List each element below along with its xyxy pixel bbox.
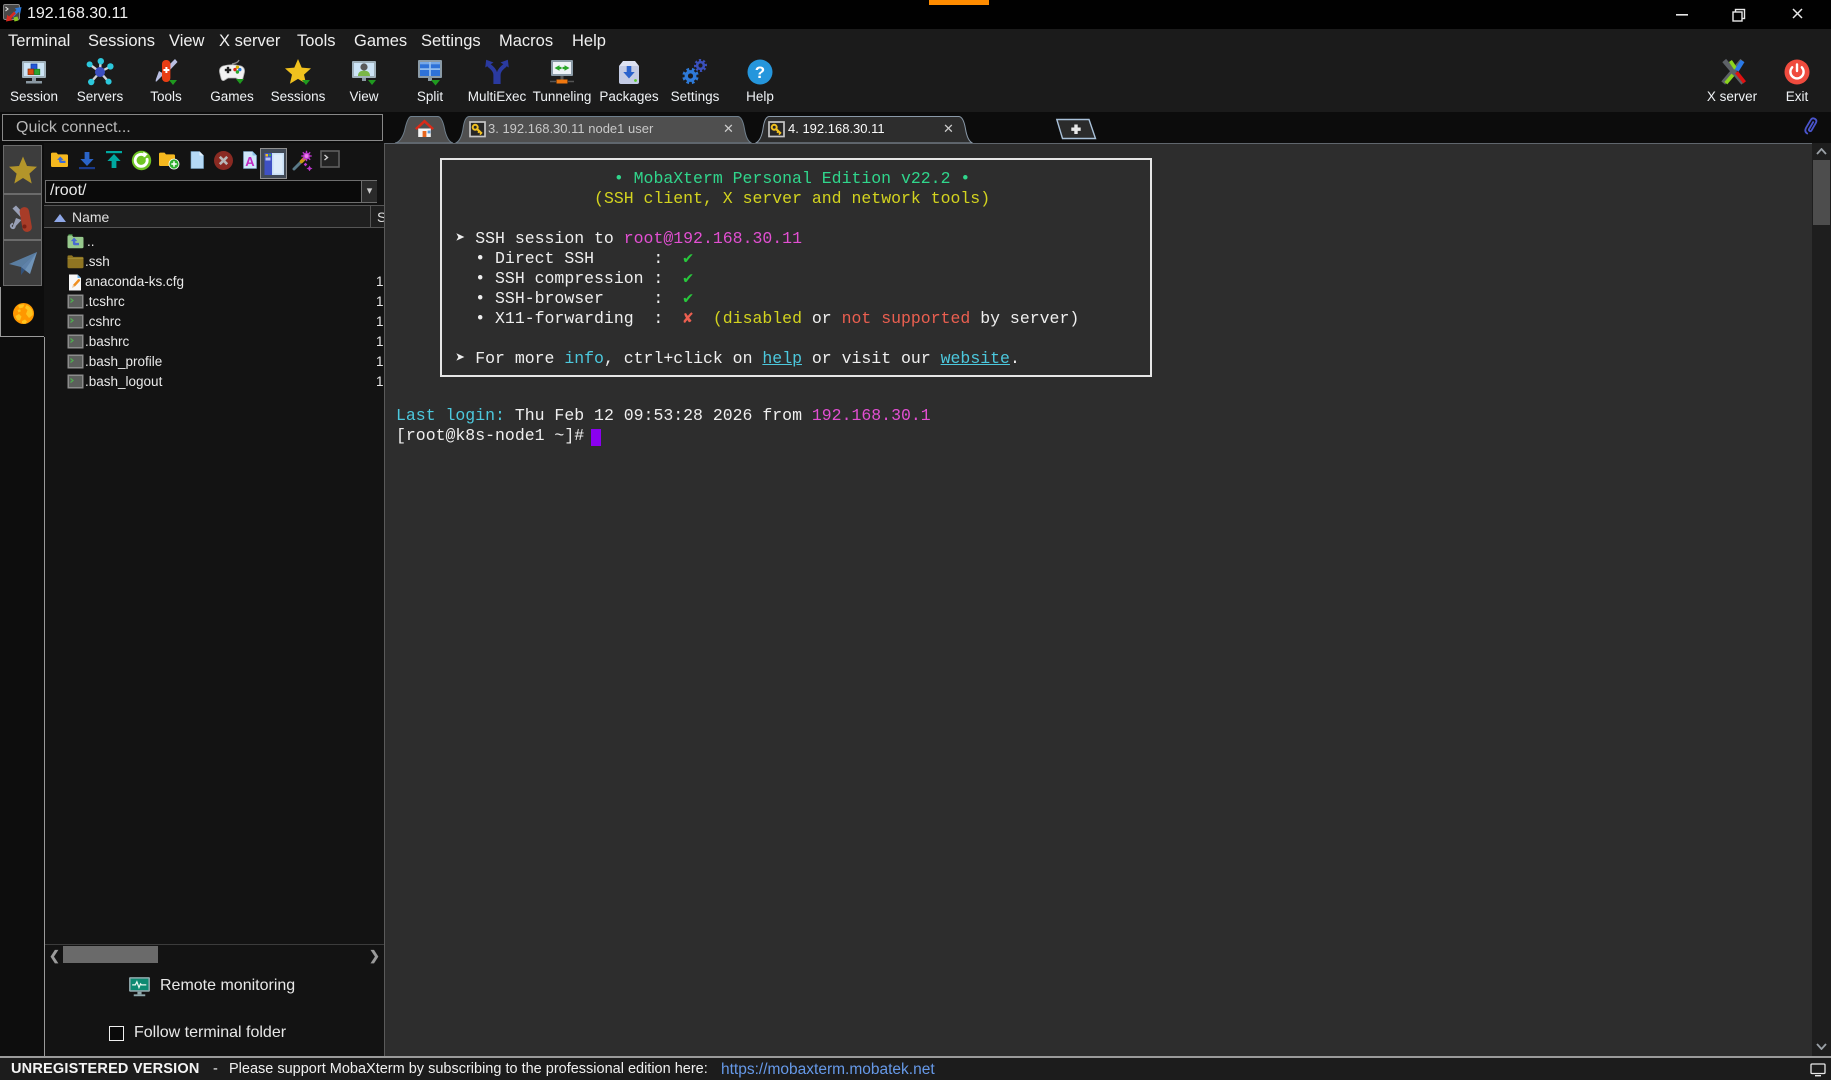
- svg-text:A: A: [245, 154, 255, 169]
- svg-text:?: ?: [755, 63, 765, 82]
